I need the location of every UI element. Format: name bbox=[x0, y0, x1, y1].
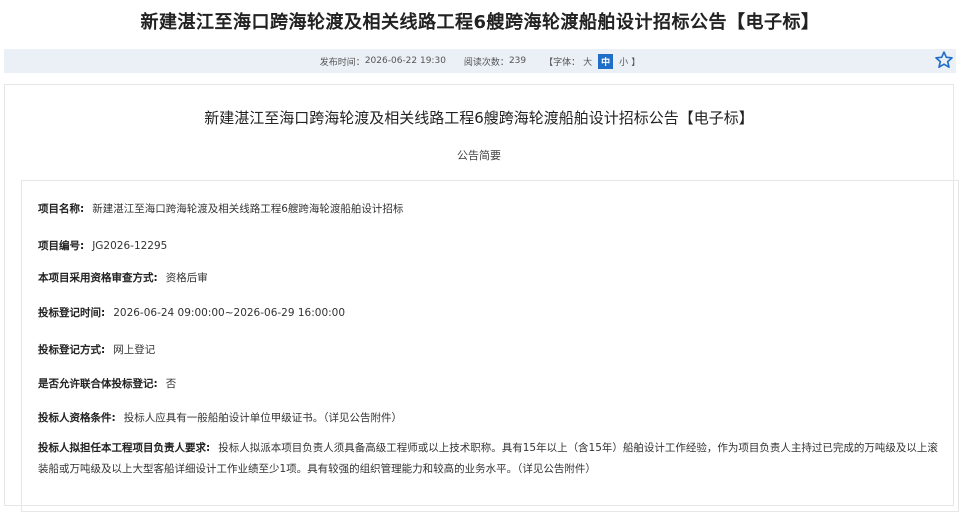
field-row: 投标登记方式: 网上登记 bbox=[38, 342, 155, 357]
field-value: 投标人应具有一般船舶设计单位甲级证书。（详见公告附件） bbox=[123, 412, 402, 424]
page-title: 新建湛江至海口跨海轮渡及相关线路工程6艘跨海轮渡船舶设计招标公告【电子标】 bbox=[140, 12, 820, 33]
views-count: 239 bbox=[508, 56, 527, 66]
publish-time: 2026-06-22 19:30 bbox=[364, 56, 446, 66]
field-row: 本项目采用资格审查方式: 资格后审 bbox=[38, 270, 208, 285]
field-value: JG2026-12295 bbox=[92, 240, 168, 252]
publish-label: 发布时间： bbox=[319, 57, 365, 68]
font-medium-button[interactable]: 中 bbox=[598, 53, 614, 69]
font-size-suffix: 】 bbox=[631, 57, 641, 68]
field-label: 项目编号: bbox=[38, 240, 85, 252]
field-row: 项目名称: 新建湛江至海口跨海轮渡及相关线路工程6艘跨海轮渡船舶设计招标 bbox=[38, 201, 403, 216]
field-label: 是否允许联合体投标登记: bbox=[38, 378, 158, 390]
field-row: 投标人拟担任本工程项目负责人要求: 投标人拟派本项目负责人须具备高级工程师或以上技… bbox=[38, 438, 938, 480]
field-label: 投标登记时间: bbox=[38, 307, 106, 319]
field-row: 投标登记时间: 2026-06-24 09:00:00~2026-06-29 16… bbox=[38, 305, 345, 320]
field-value: 2026-06-24 09:00:00~2026-06-29 16:00:00 bbox=[113, 307, 346, 319]
article-subtitle: 公告简要 bbox=[457, 149, 501, 162]
summary-box: 项目名称: 新建湛江至海口跨海轮渡及相关线路工程6艘跨海轮渡船舶设计招标 项目编号… bbox=[21, 180, 959, 512]
font-size-prefix: 【字体： bbox=[544, 57, 581, 68]
article-title: 新建湛江至海口跨海轮渡及相关线路工程6艘跨海轮渡船舶设计招标公告【电子标】 bbox=[204, 109, 754, 127]
field-label: 投标人资格条件: bbox=[38, 412, 116, 424]
field-row: 项目编号: JG2026-12295 bbox=[38, 238, 167, 253]
field-value: 资格后审 bbox=[165, 272, 208, 284]
font-small-button[interactable]: 小 bbox=[619, 55, 628, 68]
star-icon[interactable] bbox=[934, 50, 954, 70]
field-label: 投标登记方式: bbox=[38, 344, 106, 356]
font-large-button[interactable]: 大 bbox=[583, 55, 592, 68]
views-label: 阅读次数： bbox=[463, 57, 509, 68]
meta-info: 发布时间： 2026-06-22 19:30 阅读次数： 239 【字体： 大 … bbox=[4, 49, 956, 73]
article-body: 新建湛江至海口跨海轮渡及相关线路工程6艘跨海轮渡船舶设计招标公告【电子标】 公告… bbox=[4, 84, 959, 512]
field-label: 投标人拟担任本工程项目负责人要求: bbox=[38, 442, 211, 454]
field-row: 是否允许联合体投标登记: 否 bbox=[38, 376, 176, 391]
meta-bar: 发布时间： 2026-06-22 19:30 阅读次数： 239 【字体： 大 … bbox=[4, 49, 956, 73]
field-label: 项目名称: bbox=[38, 203, 85, 215]
field-value: 网上登记 bbox=[113, 344, 156, 356]
field-label: 本项目采用资格审查方式: bbox=[38, 272, 158, 284]
field-row: 投标人资格条件: 投标人应具有一般船舶设计单位甲级证书。（详见公告附件） bbox=[38, 410, 402, 425]
field-value: 新建湛江至海口跨海轮渡及相关线路工程6艘跨海轮渡船舶设计招标 bbox=[92, 203, 404, 215]
field-value: 否 bbox=[165, 378, 177, 390]
